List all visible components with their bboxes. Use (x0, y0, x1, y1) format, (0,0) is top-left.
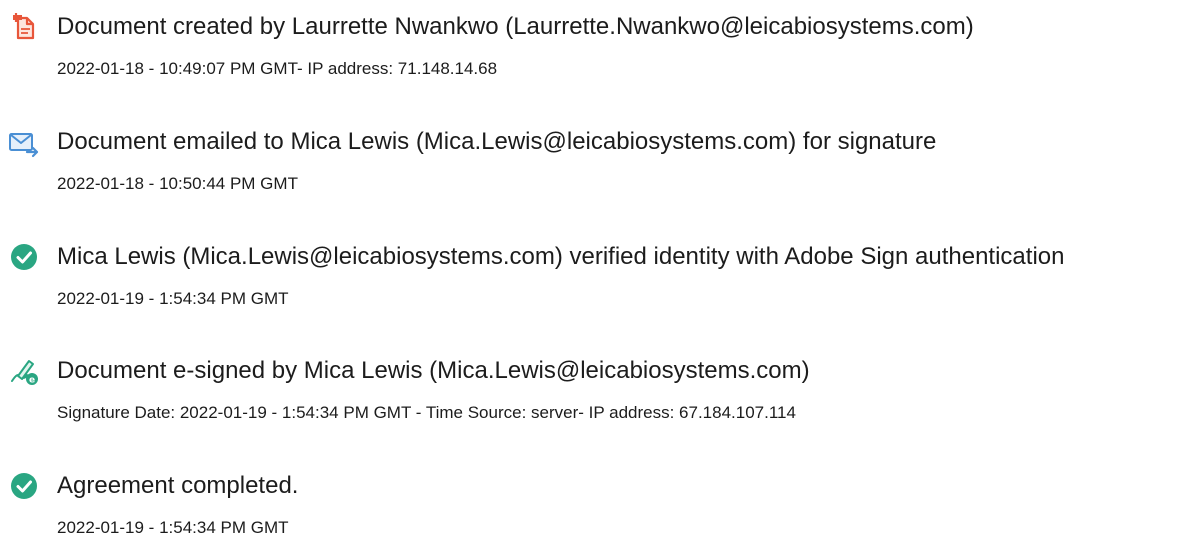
e-signed-pen-icon: e (8, 355, 40, 387)
email-sent-icon (8, 126, 40, 158)
event-timestamp: 2022-01-19 - 1:54:34 PM GMT (57, 289, 289, 308)
event-title: Document e-signed by Mica Lewis (Mica.Le… (57, 357, 810, 384)
audit-event-emailed: Document emailed to Mica Lewis (Mica.Lew… (0, 115, 1179, 215)
audit-event-created: Document created by Laurrette Nwankwo (L… (0, 0, 1179, 100)
svg-text:e: e (29, 376, 35, 386)
audit-event-esigned: e Document e-signed by Mica Lewis (Mica.… (0, 344, 1179, 444)
event-title: Document emailed to Mica Lewis (Mica.Lew… (57, 128, 937, 155)
verified-check-icon (8, 241, 40, 273)
event-title: Document created by Laurrette Nwankwo (L… (57, 13, 974, 40)
audit-event-completed: Agreement completed. 2022-01-19 - 1:54:3… (0, 459, 1179, 559)
event-timestamp: 2022-01-18 - 10:49:07 PM GMT- IP address… (57, 59, 498, 78)
event-timestamp: 2022-01-18 - 10:50:44 PM GMT (57, 174, 298, 193)
event-title: Mica Lewis (Mica.Lewis@leicabiosystems.c… (57, 243, 1065, 270)
audit-event-verified: Mica Lewis (Mica.Lewis@leicabiosystems.c… (0, 230, 1179, 330)
event-timestamp: 2022-01-19 - 1:54:34 PM GMT (57, 518, 289, 537)
document-created-icon (8, 11, 40, 43)
event-timestamp: Signature Date: 2022-01-19 - 1:54:34 PM … (57, 403, 796, 422)
completed-check-icon (8, 470, 40, 502)
event-title: Agreement completed. (57, 472, 299, 499)
